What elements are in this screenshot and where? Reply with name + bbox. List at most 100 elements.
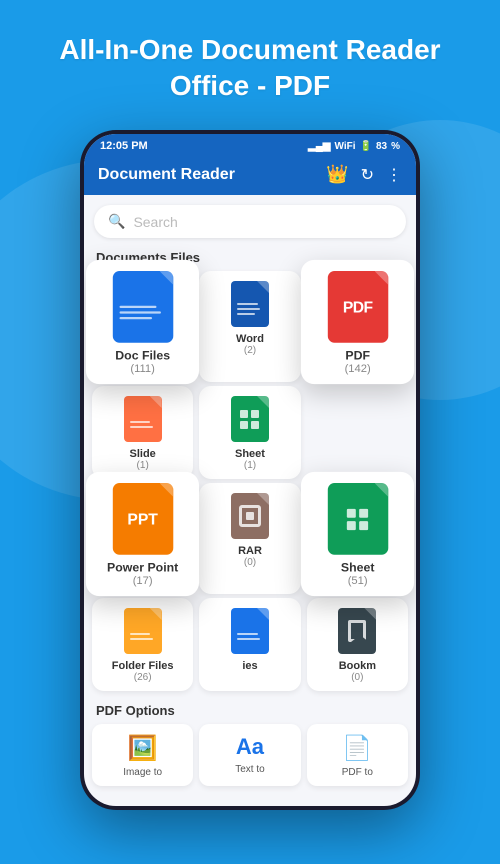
files-card[interactable]: ies <box>199 598 300 691</box>
empty-cell-1 <box>307 386 408 479</box>
docs-grid-row4: Folder Files (26) <box>84 598 416 691</box>
folder-card[interactable]: Folder Files (26) <box>92 598 193 691</box>
phone-frame: 12:05 PM ▂▄▆ WiFi 🔋 83 % Document Reader… <box>80 130 420 810</box>
folder-label: Folder Files <box>112 660 174 672</box>
image-to-card[interactable]: 🖼️ Image to <box>92 724 193 786</box>
pdf-to-card[interactable]: 📄 PDF to <box>307 724 408 786</box>
premium-icon[interactable]: 👑 <box>326 164 348 185</box>
more-options-icon[interactable]: ⋮ <box>386 165 402 185</box>
search-bar[interactable]: 🔍 Search <box>94 205 406 238</box>
doc-files-icon <box>112 271 172 343</box>
sheet-sm-label: Sheet <box>235 448 265 460</box>
text-to-card[interactable]: Aa Text to <box>199 724 300 786</box>
image-to-label: Image to <box>123 767 162 778</box>
rar-label: RAR <box>238 545 262 557</box>
phone-mockup: 12:05 PM ▂▄▆ WiFi 🔋 83 % Document Reader… <box>80 130 420 830</box>
pdf-icon: PDF <box>327 271 387 343</box>
status-bar: 12:05 PM ▂▄▆ WiFi 🔋 83 % <box>84 134 416 156</box>
rar-icon <box>231 493 269 539</box>
text-to-label: Text to <box>235 764 264 775</box>
grid-lg-icon <box>342 504 372 534</box>
pdf-shape: PDF <box>327 271 387 343</box>
pdf-to-label: PDF to <box>342 767 373 778</box>
rar-count: (0) <box>244 557 256 568</box>
word-card[interactable]: Word (2) <box>199 271 300 382</box>
slide-label: Slide <box>130 448 156 460</box>
files-icon <box>231 608 269 654</box>
powerpoint-count: (17) <box>133 575 153 587</box>
sheet-sm-icon <box>231 396 269 442</box>
pdf-options-grid: 🖼️ Image to Aa Text to 📄 PDF to <box>84 724 416 794</box>
wifi-icon: WiFi <box>335 141 356 152</box>
sheet-lg-icon <box>327 483 387 555</box>
slide-count: (1) <box>137 460 149 471</box>
word-label: Word <box>236 333 264 345</box>
rar-shape <box>231 493 269 539</box>
refresh-icon[interactable]: ↻ <box>361 165 374 185</box>
ppt-icon: PPT <box>112 483 172 555</box>
word-shape <box>231 281 269 327</box>
bookmark-inner <box>348 620 366 642</box>
pdf-count: (142) <box>344 363 370 375</box>
phone-screen: 12:05 PM ▂▄▆ WiFi 🔋 83 % Document Reader… <box>84 134 416 806</box>
doc-lines <box>112 297 172 324</box>
ppt-text: PPT <box>127 510 158 528</box>
folder-shape <box>124 608 162 654</box>
pdf-card[interactable]: PDF PDF (142) <box>301 260 415 384</box>
docs-grid-row3: PPT Power Point (17) <box>84 483 416 594</box>
pdf-text: PDF <box>342 298 372 316</box>
doc-files-label: Doc Files <box>115 349 170 362</box>
pdf-options-title: PDF Options <box>84 695 416 724</box>
powerpoint-label: Power Point <box>107 561 178 574</box>
sheet-sm-card[interactable]: Sheet (1) <box>199 386 300 479</box>
doc-shape-blue <box>112 271 172 343</box>
hero-header: All-In-One Document Reader Office - PDF <box>0 0 500 125</box>
bookmark-label: Bookm <box>339 660 376 672</box>
search-icon: 🔍 <box>108 213 125 230</box>
status-icons: ▂▄▆ WiFi 🔋 83 % <box>308 141 400 152</box>
rar-card[interactable]: RAR (0) <box>199 483 300 594</box>
app-bar-actions: 👑 ↻ ⋮ <box>326 164 402 185</box>
slide-icon <box>124 396 162 442</box>
doc-files-count: (111) <box>130 363 155 375</box>
bookmark-card[interactable]: Bookm (0) <box>307 598 408 691</box>
text-to-icon: Aa <box>236 734 264 760</box>
files-shape <box>231 608 269 654</box>
app-title: Document Reader <box>98 166 235 184</box>
sheet-sm-shape <box>231 396 269 442</box>
word-lines <box>231 295 269 319</box>
sheet-lg-shape <box>327 483 387 555</box>
bookmark-icon <box>338 608 376 654</box>
files-label: ies <box>242 660 257 672</box>
bookmark-shape-el <box>338 608 376 654</box>
image-to-icon: 🖼️ <box>128 734 158 763</box>
rar-pattern <box>239 505 261 527</box>
docs-grid-row1: Doc Files (111) <box>84 271 416 382</box>
battery-percent: 83 <box>376 141 387 152</box>
powerpoint-card[interactable]: PPT Power Point (17) <box>86 472 199 596</box>
folder-count: (26) <box>134 672 152 683</box>
word-icon <box>231 281 269 327</box>
app-bar: Document Reader 👑 ↻ ⋮ <box>84 156 416 195</box>
slide-lines <box>124 413 162 432</box>
battery-icon: 🔋 <box>360 141 372 152</box>
sheet-sm-count: (1) <box>244 460 256 471</box>
sheet-lg-count: (51) <box>347 575 367 587</box>
hero-title: All-In-One Document Reader Office - PDF <box>20 32 480 105</box>
sheet-lg-card[interactable]: Sheet (51) <box>301 472 415 596</box>
search-placeholder: Search <box>133 214 177 230</box>
slide-card[interactable]: Slide (1) <box>92 386 193 479</box>
folder-icon <box>124 608 162 654</box>
status-time: 12:05 PM <box>100 140 148 152</box>
pdf-to-icon: 📄 <box>342 734 372 763</box>
docs-grid-row2: Slide (1) <box>84 386 416 479</box>
sheet-lg-label: Sheet <box>341 561 375 574</box>
ppt-shape: PPT <box>112 483 172 555</box>
doc-files-card[interactable]: Doc Files (111) <box>86 260 199 384</box>
pdf-options-section: PDF Options 🖼️ Image to Aa Text to 📄 <box>84 695 416 794</box>
pdf-label: PDF <box>345 349 370 362</box>
grid-icon <box>236 406 263 433</box>
slide-shape <box>124 396 162 442</box>
bookmark-count: (0) <box>351 672 363 683</box>
word-count: (2) <box>244 345 256 356</box>
